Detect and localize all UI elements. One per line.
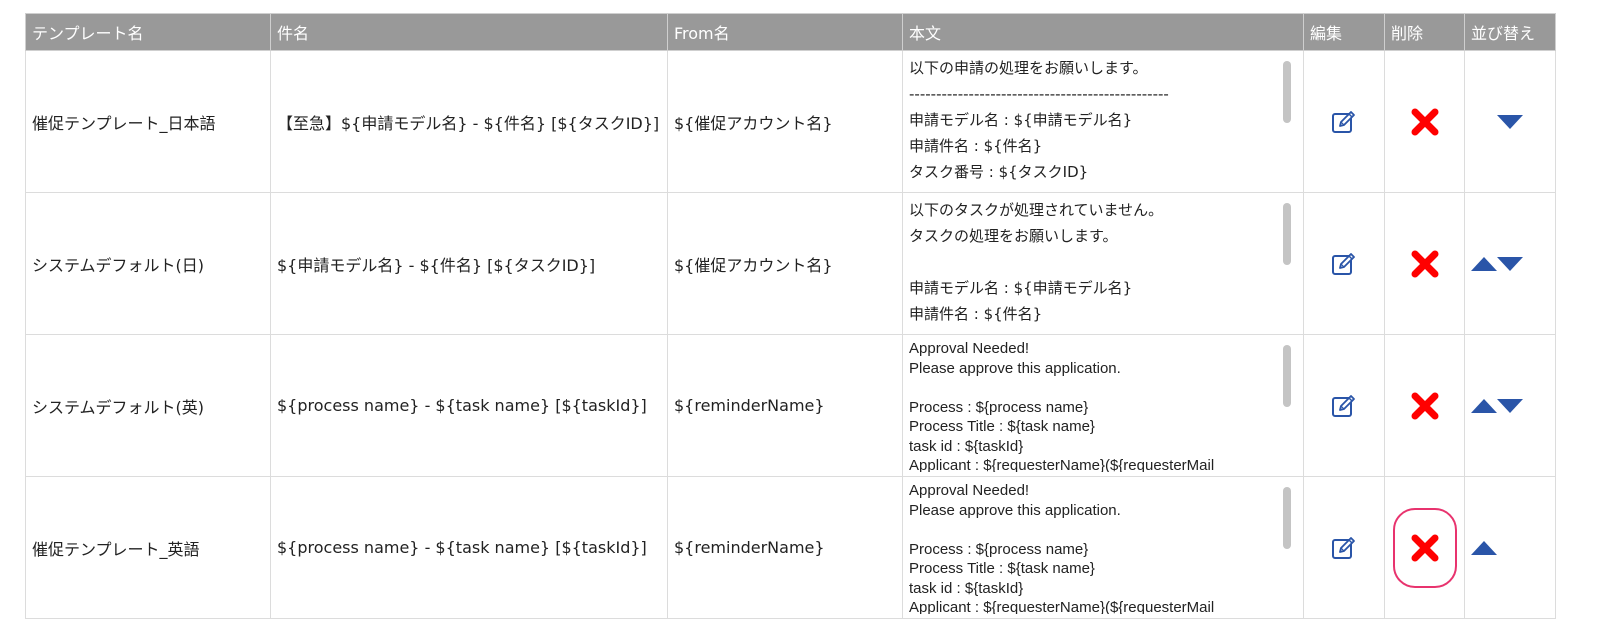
body-scrollbar[interactable]	[1283, 487, 1291, 549]
from-name: ${催促アカウント名}	[674, 113, 833, 133]
delete-cell	[1384, 50, 1465, 193]
delete-cell	[1384, 476, 1465, 619]
subject-cell: ${process name} - ${task name} [${taskId…	[270, 334, 668, 477]
delete-icon	[1411, 392, 1438, 419]
template-name-cell: システムデフォルト(日)	[25, 192, 271, 335]
header-template-name: テンプレート名	[25, 13, 271, 51]
from-name-cell: ${催促アカウント名}	[667, 50, 903, 193]
delete-cell	[1384, 334, 1465, 477]
move-down-icon[interactable]	[1497, 398, 1523, 413]
body-scrollbar[interactable]	[1283, 345, 1291, 407]
sort-cell	[1464, 50, 1556, 193]
move-up-icon[interactable]	[1471, 256, 1497, 271]
delete-button[interactable]	[1393, 82, 1457, 162]
move-up-icon[interactable]	[1471, 398, 1497, 413]
from-name: ${催促アカウント名}	[674, 255, 833, 275]
subject-cell: 【至急】${申請モデル名} - ${件名} [${タスクID}]	[270, 50, 668, 193]
edit-cell	[1303, 50, 1385, 193]
body-textbox[interactable]: 以下のタスクが処理されていません。 タスクの処理をお願いします。 申請モデル名 …	[909, 197, 1297, 330]
edit-cell	[1303, 476, 1385, 619]
subject-cell: ${申請モデル名} - ${件名} [${タスクID}]	[270, 192, 668, 335]
body-cell: 以下の申請の処理をお願いします。 -----------------------…	[902, 50, 1304, 193]
sort-controls	[1471, 396, 1549, 416]
template-name-cell: システムデフォルト(英)	[25, 334, 271, 477]
body-textbox[interactable]: Approval Needed! Please approve this app…	[909, 481, 1297, 614]
edit-icon[interactable]	[1331, 535, 1357, 561]
body-text: Approval Needed! Please approve this app…	[909, 482, 1215, 614]
move-down-icon[interactable]	[1497, 114, 1523, 129]
table-row: システムデフォルト(日) ${申請モデル名} - ${件名} [${タスクID}…	[25, 192, 1556, 335]
header-sort: 並び替え	[1464, 13, 1556, 51]
subject-cell: ${process name} - ${task name} [${taskId…	[270, 476, 668, 619]
body-cell: Approval Needed! Please approve this app…	[902, 476, 1304, 619]
table-row: 催促テンプレート_英語 ${process name} - ${task nam…	[25, 476, 1556, 619]
header-delete: 削除	[1384, 13, 1465, 51]
body-textbox[interactable]: 以下の申請の処理をお願いします。 -----------------------…	[909, 55, 1297, 188]
sort-cell	[1464, 476, 1556, 619]
delete-icon	[1411, 534, 1438, 561]
edit-icon[interactable]	[1331, 393, 1357, 419]
sort-cell	[1464, 334, 1556, 477]
sort-controls	[1471, 254, 1549, 274]
sort-spacer	[1471, 115, 1497, 129]
header-body: 本文	[902, 13, 1304, 51]
move-up-icon[interactable]	[1471, 540, 1497, 555]
template-name: システムデフォルト(日)	[32, 255, 205, 275]
template-name-cell: 催促テンプレート_日本語	[25, 50, 271, 193]
from-name-cell: ${reminderName}	[667, 334, 903, 477]
delete-icon	[1411, 108, 1438, 135]
from-name: ${reminderName}	[674, 538, 825, 557]
edit-icon[interactable]	[1331, 251, 1357, 277]
template-name: システムデフォルト(英)	[32, 397, 205, 417]
subject: ${申請モデル名} - ${件名} [${タスクID}]	[277, 255, 596, 275]
delete-button[interactable]	[1392, 507, 1457, 588]
delete-button[interactable]	[1393, 224, 1457, 304]
from-name-cell: ${催促アカウント名}	[667, 192, 903, 335]
template-name: 催促テンプレート_日本語	[32, 113, 216, 133]
sort-controls	[1471, 112, 1549, 132]
header-edit: 編集	[1303, 13, 1385, 51]
body-text: 以下の申請の処理をお願いします。 -----------------------…	[909, 59, 1169, 181]
delete-cell	[1384, 192, 1465, 335]
subject: ${process name} - ${task name} [${taskId…	[277, 396, 647, 415]
delete-button[interactable]	[1393, 366, 1457, 446]
body-text: 以下のタスクが処理されていません。 タスクの処理をお願いします。 申請モデル名 …	[909, 201, 1164, 323]
header-subject: 件名	[270, 13, 668, 51]
subject: 【至急】${申請モデル名} - ${件名} [${タスクID}]	[277, 113, 660, 133]
body-text: Approval Needed! Please approve this app…	[909, 340, 1215, 472]
table-row: システムデフォルト(英) ${process name} - ${task na…	[25, 334, 1556, 477]
delete-icon	[1411, 250, 1438, 277]
body-textbox[interactable]: Approval Needed! Please approve this app…	[909, 339, 1297, 472]
edit-cell	[1303, 334, 1385, 477]
table-row: 催促テンプレート_日本語 【至急】${申請モデル名} - ${件名} [${タス…	[25, 50, 1556, 193]
body-cell: Approval Needed! Please approve this app…	[902, 334, 1304, 477]
body-scrollbar[interactable]	[1283, 203, 1291, 265]
from-name: ${reminderName}	[674, 396, 825, 415]
body-scrollbar[interactable]	[1283, 61, 1291, 123]
sort-cell	[1464, 192, 1556, 335]
template-name-cell: 催促テンプレート_英語	[25, 476, 271, 619]
table-header-row: テンプレート名 件名 From名 本文 編集 削除 並び替え	[25, 13, 1556, 51]
edit-icon[interactable]	[1331, 109, 1357, 135]
template-name: 催促テンプレート_英語	[32, 539, 200, 559]
from-name-cell: ${reminderName}	[667, 476, 903, 619]
move-down-icon[interactable]	[1497, 256, 1523, 271]
header-from-name: From名	[667, 13, 903, 51]
template-table: テンプレート名 件名 From名 本文 編集 削除 並び替え 催促テンプレート_…	[25, 13, 1556, 619]
subject: ${process name} - ${task name} [${taskId…	[277, 538, 647, 557]
sort-controls	[1471, 538, 1549, 558]
edit-cell	[1303, 192, 1385, 335]
body-cell: 以下のタスクが処理されていません。 タスクの処理をお願いします。 申請モデル名 …	[902, 192, 1304, 335]
